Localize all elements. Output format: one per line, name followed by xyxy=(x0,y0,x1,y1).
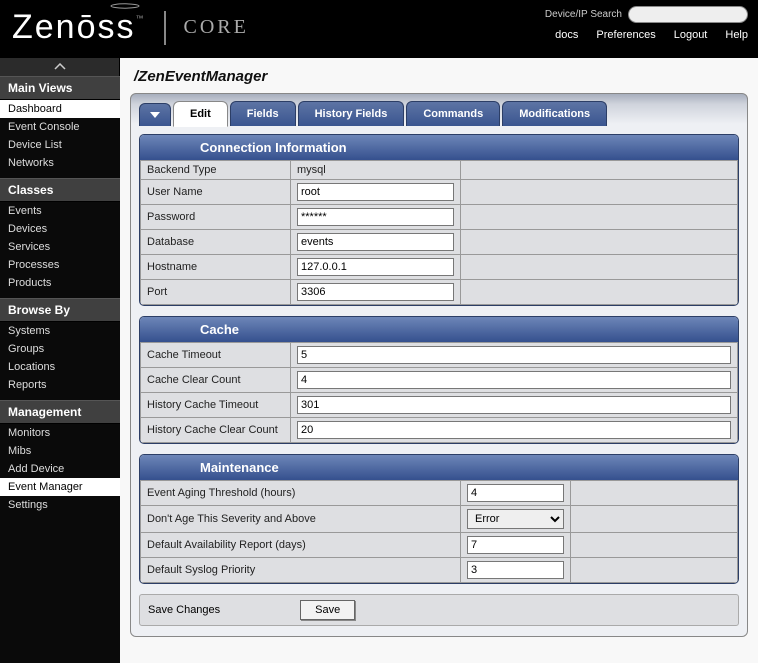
history-cache-clear-count-input[interactable] xyxy=(297,421,731,439)
logo-subtitle: CORE xyxy=(184,16,249,39)
sidebar-item-groups[interactable]: Groups xyxy=(0,340,120,358)
docs-link[interactable]: docs xyxy=(555,29,578,41)
sidebar-item-devices[interactable]: Devices xyxy=(0,220,120,238)
main-content: /ZenEventManager Edit Fields History Fie… xyxy=(120,58,758,663)
breadcrumb: /ZenEventManager xyxy=(120,58,758,93)
logo-text: Zenōss™ xyxy=(12,8,146,47)
chevron-up-icon xyxy=(54,63,66,71)
database-label: Database xyxy=(141,230,291,255)
search-input[interactable] xyxy=(628,6,748,23)
cache-clear-count-input[interactable] xyxy=(297,371,731,389)
cache-timeout-label: Cache Timeout xyxy=(141,343,291,368)
tab-history-fields[interactable]: History Fields xyxy=(298,101,405,126)
sidebar-item-systems[interactable]: Systems xyxy=(0,322,120,340)
blank-cell xyxy=(461,230,738,255)
sidebar-item-monitors[interactable]: Monitors xyxy=(0,424,120,442)
tab-modifications[interactable]: Modifications xyxy=(502,101,607,126)
sidebar-item-processes[interactable]: Processes xyxy=(0,256,120,274)
blank-cell xyxy=(571,558,738,583)
sidebar-item-events[interactable]: Events xyxy=(0,202,120,220)
blank-cell xyxy=(461,255,738,280)
save-row: Save Changes Save xyxy=(139,594,739,626)
sidebar-item-dashboard[interactable]: Dashboard xyxy=(0,100,120,118)
panel-connection-header: Connection Information xyxy=(140,135,738,160)
top-links: docs Preferences Logout Help xyxy=(555,29,748,41)
history-cache-timeout-input[interactable] xyxy=(297,396,731,414)
help-link[interactable]: Help xyxy=(725,29,748,41)
hostname-input[interactable] xyxy=(297,258,454,276)
tab-edit[interactable]: Edit xyxy=(173,101,228,127)
sidebar-item-settings[interactable]: Settings xyxy=(0,496,120,514)
sidebar-item-services[interactable]: Services xyxy=(0,238,120,256)
blank-cell xyxy=(571,506,738,533)
tab-bar: Edit Fields History Fields Commands Modi… xyxy=(139,100,739,126)
username-label: User Name xyxy=(141,180,291,205)
content-box: Edit Fields History Fields Commands Modi… xyxy=(130,93,748,637)
cache-clear-count-label: Cache Clear Count xyxy=(141,368,291,393)
availability-report-input[interactable] xyxy=(467,536,564,554)
sidebar-item-products[interactable]: Products xyxy=(0,274,120,292)
sidebar-item-mibs[interactable]: Mibs xyxy=(0,442,120,460)
hostname-label: Hostname xyxy=(141,255,291,280)
sidebar-item-locations[interactable]: Locations xyxy=(0,358,120,376)
logo: Zenōss™ CORE xyxy=(12,8,249,47)
sidebar-item-add-device[interactable]: Add Device xyxy=(0,460,120,478)
username-input[interactable] xyxy=(297,183,454,201)
severity-select[interactable]: Error xyxy=(467,509,564,529)
sidebar: Main Views Dashboard Event Console Devic… xyxy=(0,76,120,663)
logout-link[interactable]: Logout xyxy=(674,29,708,41)
cache-timeout-input[interactable] xyxy=(297,346,731,364)
severity-label: Don't Age This Severity and Above xyxy=(141,506,461,533)
preferences-link[interactable]: Preferences xyxy=(596,29,655,41)
tab-menu-dropdown[interactable] xyxy=(139,103,171,126)
sidebar-section-classes: Classes xyxy=(0,178,120,202)
chevron-down-icon xyxy=(149,110,161,120)
panel-cache-header: Cache xyxy=(140,317,738,342)
blank-cell xyxy=(461,205,738,230)
backend-type-value: mysql xyxy=(291,161,461,180)
availability-report-label: Default Availability Report (days) xyxy=(141,533,461,558)
backend-type-label: Backend Type xyxy=(141,161,291,180)
panel-maintenance-header: Maintenance xyxy=(140,455,738,480)
aging-threshold-input[interactable] xyxy=(467,484,564,502)
halo-icon xyxy=(110,3,140,9)
save-button[interactable]: Save xyxy=(300,600,355,620)
database-input[interactable] xyxy=(297,233,454,251)
sidebar-item-reports[interactable]: Reports xyxy=(0,376,120,394)
history-cache-timeout-label: History Cache Timeout xyxy=(141,393,291,418)
app-header: Zenōss™ CORE Device/IP Search docs Prefe… xyxy=(0,0,758,58)
blank-cell xyxy=(571,533,738,558)
syslog-priority-input[interactable] xyxy=(467,561,564,579)
syslog-priority-label: Default Syslog Priority xyxy=(141,558,461,583)
history-cache-clear-count-label: History Cache Clear Count xyxy=(141,418,291,443)
sidebar-item-event-manager[interactable]: Event Manager xyxy=(0,478,120,496)
sidebar-collapse[interactable] xyxy=(0,58,120,76)
sidebar-section-browse-by: Browse By xyxy=(0,298,120,322)
aging-threshold-label: Event Aging Threshold (hours) xyxy=(141,481,461,506)
password-input[interactable] xyxy=(297,208,454,226)
panel-connection: Connection Information Backend Type mysq… xyxy=(139,134,739,306)
password-label: Password xyxy=(141,205,291,230)
panel-cache: Cache Cache Timeout Cache Clear Count Hi… xyxy=(139,316,739,444)
blank-cell xyxy=(461,161,738,180)
blank-cell xyxy=(571,481,738,506)
tab-commands[interactable]: Commands xyxy=(406,101,500,126)
sidebar-item-event-console[interactable]: Event Console xyxy=(0,118,120,136)
logo-divider xyxy=(164,11,166,45)
sidebar-section-main-views: Main Views xyxy=(0,76,120,100)
port-input[interactable] xyxy=(297,283,454,301)
blank-cell xyxy=(461,180,738,205)
tab-fields[interactable]: Fields xyxy=(230,101,296,126)
save-changes-label: Save Changes xyxy=(148,604,220,616)
search-label: Device/IP Search xyxy=(545,9,622,20)
port-label: Port xyxy=(141,280,291,305)
blank-cell xyxy=(461,280,738,305)
sidebar-item-device-list[interactable]: Device List xyxy=(0,136,120,154)
sidebar-item-networks[interactable]: Networks xyxy=(0,154,120,172)
panel-maintenance: Maintenance Event Aging Threshold (hours… xyxy=(139,454,739,584)
sidebar-section-management: Management xyxy=(0,400,120,424)
